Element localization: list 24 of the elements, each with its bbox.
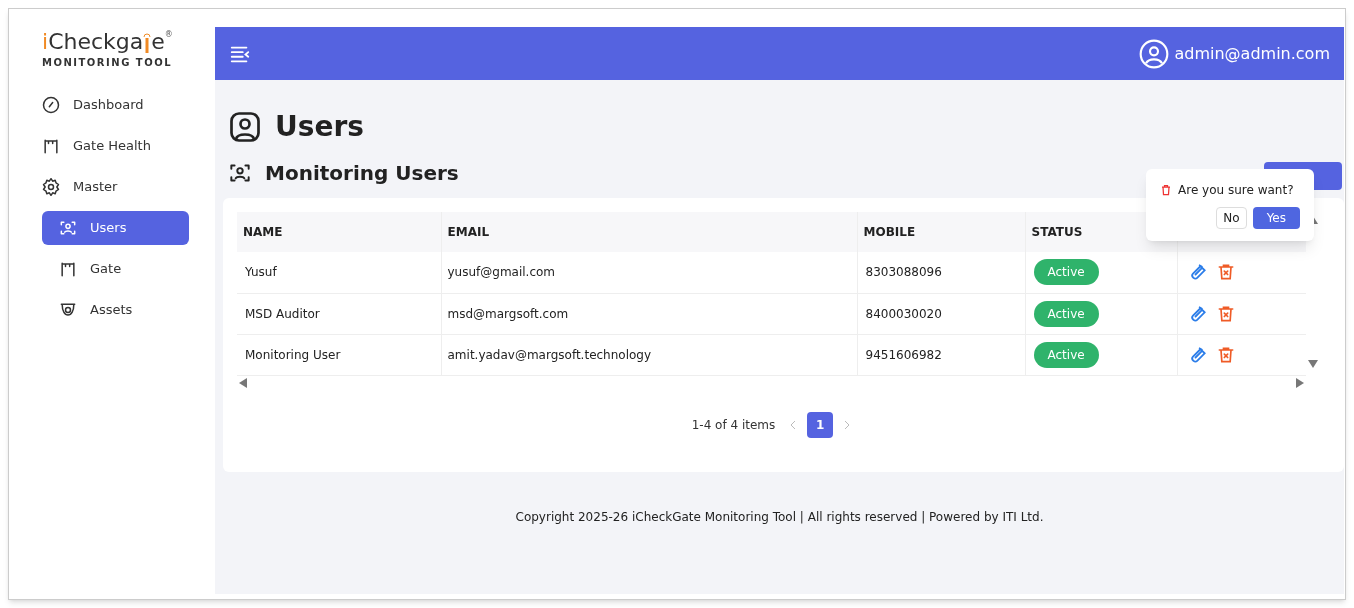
table-cell: Monitoring User	[237, 334, 441, 375]
table-cell: 8303088096	[857, 252, 1025, 293]
pagination-summary: 1-4 of 4 items	[691, 416, 776, 434]
table-cell: 8400030020	[857, 293, 1025, 334]
column-header: EMAIL	[441, 212, 857, 252]
footer-text: Copyright 2025-26 iCheckGate Monitoring Tool | All rights reserved | Powered by ITI Ltd.	[515, 509, 1044, 526]
registered-mark: ®	[164, 31, 173, 39]
section-title: Monitoring Users	[265, 160, 459, 187]
status-badge: Active	[1033, 300, 1099, 327]
confirm-message: Are you sure want?	[1178, 182, 1294, 199]
table-cell: msd@margsoft.com	[441, 293, 857, 334]
status-badge: Active	[1033, 259, 1099, 286]
page-title: Users	[275, 109, 364, 145]
column-header: MOBILE	[857, 212, 1025, 252]
table-cell: 9451606982	[857, 334, 1025, 375]
logo-text: e	[151, 31, 165, 53]
logo-subtitle: MONITORING TOOL	[42, 56, 173, 70]
table-cell: MSD Auditor	[237, 293, 441, 334]
column-header: NAME	[237, 212, 441, 252]
table-cell: yusuf@gmail.com	[441, 252, 857, 293]
table-cell: Yusuf	[237, 252, 441, 293]
table-cell: amit.yadav@margsoft.technology	[441, 334, 857, 375]
logo-text: iCheckga	[42, 31, 144, 53]
status-badge: Active	[1033, 341, 1099, 368]
